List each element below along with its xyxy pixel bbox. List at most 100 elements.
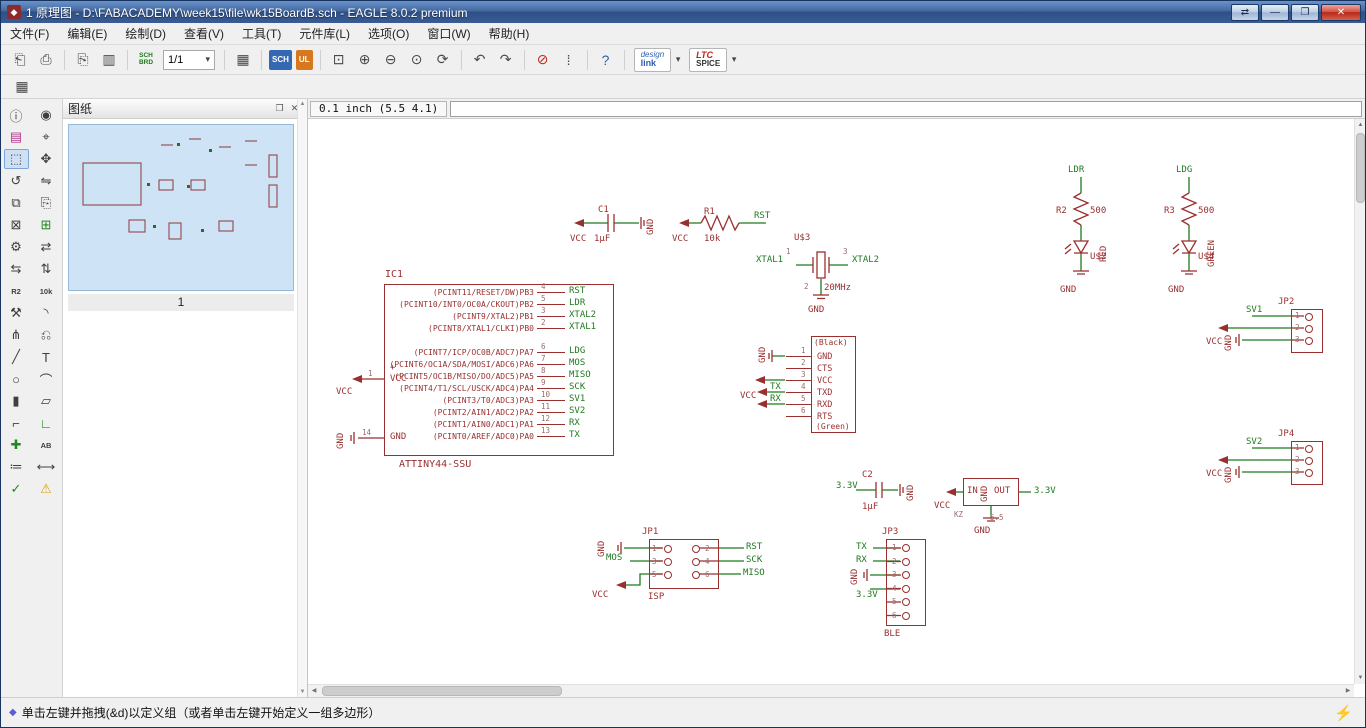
redo-button[interactable]: ↷ bbox=[494, 48, 518, 72]
invoke-icon[interactable]: ⎌ bbox=[34, 325, 59, 345]
net-label: 3.3V bbox=[836, 481, 858, 491]
bus-icon[interactable]: ⌐ bbox=[4, 413, 29, 433]
gnd-supply-label: GND bbox=[906, 484, 916, 501]
menu-item[interactable]: 编辑(E) bbox=[58, 22, 116, 45]
name-icon[interactable]: R2 bbox=[4, 281, 29, 301]
net-icon[interactable]: ∟ bbox=[34, 413, 59, 433]
scroll-down-icon[interactable]: ▼ bbox=[1355, 672, 1365, 684]
close-button[interactable]: ✕ bbox=[1321, 3, 1361, 21]
scroll-down-icon[interactable]: ▼ bbox=[300, 689, 306, 695]
delete-icon[interactable]: ⊠ bbox=[4, 215, 29, 235]
save-button[interactable]: ⎙ bbox=[34, 48, 58, 72]
menu-item[interactable]: 元件库(L) bbox=[290, 22, 359, 45]
mark-icon[interactable]: ⌖ bbox=[34, 127, 59, 147]
vertical-scrollbar[interactable]: ▲ ▼ bbox=[1354, 119, 1365, 684]
print-button[interactable]: ⎘ bbox=[71, 48, 95, 72]
net-label: MOS bbox=[606, 553, 623, 563]
net-label: TX bbox=[856, 542, 867, 552]
erc-icon[interactable]: ✓ bbox=[4, 479, 29, 499]
open-button[interactable]: ⎗ bbox=[8, 48, 32, 72]
change-icon[interactable]: ⚙ bbox=[4, 237, 29, 257]
board-schematic-switch-icon[interactable]: SCH BRD bbox=[133, 48, 159, 72]
rect-icon[interactable]: ▮ bbox=[4, 391, 29, 411]
window-switch-button[interactable]: ⇄ bbox=[1231, 3, 1259, 21]
add-icon[interactable]: ⊞ bbox=[34, 215, 59, 235]
replace-icon[interactable]: ⇆ bbox=[4, 259, 29, 279]
command-input[interactable] bbox=[450, 100, 1362, 117]
ftdi-bottom-label: (Green) bbox=[816, 422, 850, 431]
menu-item[interactable]: 窗口(W) bbox=[418, 22, 479, 45]
horizontal-scroll-thumb[interactable] bbox=[322, 686, 562, 696]
info-icon[interactable]: ⓘ bbox=[4, 105, 29, 125]
circle-icon[interactable]: ○ bbox=[4, 369, 29, 389]
schematic-canvas[interactable]: IC1 ATTINY44-SSU + VCC 1 GND 14 VCC GND … bbox=[308, 119, 1354, 684]
grid-settings-button[interactable]: ▦ bbox=[10, 75, 34, 99]
ftdi-pin-num: 2 bbox=[801, 358, 806, 367]
group-icon[interactable]: ⬚ bbox=[3, 149, 29, 169]
sch-window-icon[interactable]: SCH bbox=[269, 49, 292, 70]
errors-icon[interactable]: ⚠ bbox=[34, 479, 59, 499]
ltspice-dropdown[interactable]: ▾ bbox=[727, 48, 741, 72]
sheets-scrollbar[interactable]: ▲ ▼ bbox=[297, 99, 307, 697]
menu-item[interactable]: 选项(O) bbox=[359, 22, 418, 45]
stop-button[interactable]: ⊘ bbox=[531, 48, 555, 72]
zoom-out-button[interactable]: ⊖ bbox=[379, 48, 403, 72]
undo-button[interactable]: ↶ bbox=[468, 48, 492, 72]
pinswap-icon[interactable]: ⇄ bbox=[34, 237, 59, 257]
zoom-fit-button[interactable]: ⊡ bbox=[327, 48, 351, 72]
sheet-selector[interactable]: 1/1 ▾ bbox=[163, 49, 215, 70]
wire-icon[interactable]: ╱ bbox=[4, 347, 29, 367]
rotate-icon[interactable]: ↺ bbox=[4, 171, 29, 191]
ltspice-button[interactable]: LTC SPICE bbox=[689, 47, 728, 72]
gateswap-icon[interactable]: ⇅ bbox=[34, 259, 59, 279]
export-image-button[interactable]: ▥ bbox=[97, 48, 121, 72]
miter-icon[interactable]: ◝ bbox=[34, 303, 59, 323]
more-icon[interactable]: ⁞ bbox=[557, 48, 581, 72]
polygon-icon[interactable]: ▱ bbox=[34, 391, 59, 411]
gnd-supply-label: GND bbox=[808, 305, 825, 315]
menu-item[interactable]: 工具(T) bbox=[233, 22, 290, 45]
brd-mini-label: BRD bbox=[138, 58, 154, 66]
minimize-button[interactable]: — bbox=[1261, 3, 1289, 21]
show-icon[interactable]: ◉ bbox=[34, 105, 59, 125]
zoom-in-button[interactable]: ⊕ bbox=[353, 48, 377, 72]
junction-icon[interactable]: ✚ bbox=[4, 435, 29, 455]
label-icon[interactable]: AB bbox=[34, 435, 59, 455]
design-link-button[interactable]: design link bbox=[633, 47, 672, 72]
copy-icon[interactable]: ⧉ bbox=[4, 193, 29, 213]
sheet-item-1[interactable]: 1 bbox=[68, 294, 294, 311]
text-icon[interactable]: T bbox=[34, 347, 59, 367]
zoom-select-button[interactable]: ⊙ bbox=[405, 48, 429, 72]
display-icon[interactable]: ▤ bbox=[4, 127, 29, 147]
horizontal-scrollbar[interactable]: ◀ ▶ bbox=[308, 684, 1354, 697]
menu-item[interactable]: 帮助(H) bbox=[480, 22, 539, 45]
gnd-supply-label: GND bbox=[758, 346, 768, 363]
ftdi-pins: GND 1 CTS 2 VCC 3 TXD 4 RXD 5 RTS 6 bbox=[786, 347, 857, 423]
maximize-button[interactable]: ❐ bbox=[1291, 3, 1319, 21]
menu-item[interactable]: 查看(V) bbox=[175, 22, 233, 45]
arc-icon[interactable]: ⌒ bbox=[34, 369, 59, 389]
scroll-up-icon[interactable]: ▲ bbox=[1355, 119, 1365, 131]
panel-float-icon[interactable]: ❐ bbox=[272, 102, 287, 116]
menu-item[interactable]: 文件(F) bbox=[1, 22, 58, 45]
net-label: TX bbox=[569, 430, 580, 440]
zoom-redraw-button[interactable]: ⟳ bbox=[431, 48, 455, 72]
attribute-icon[interactable]: ≔ bbox=[4, 457, 29, 477]
split-icon[interactable]: ⋔ bbox=[4, 325, 29, 345]
grid-button[interactable]: ▦ bbox=[231, 48, 255, 72]
vertical-scroll-thumb[interactable] bbox=[1356, 133, 1365, 203]
design-link-dropdown[interactable]: ▾ bbox=[671, 48, 685, 72]
smash-icon[interactable]: ⚒ bbox=[4, 303, 29, 323]
pin-pad-icon bbox=[902, 557, 910, 566]
dimension-icon[interactable]: ⟷ bbox=[34, 457, 59, 477]
move-icon[interactable]: ✥ bbox=[34, 149, 59, 169]
mirror-icon[interactable]: ⇋ bbox=[34, 171, 59, 191]
scroll-up-icon[interactable]: ▲ bbox=[300, 101, 306, 107]
help-button[interactable]: ? bbox=[594, 48, 618, 72]
sheet-thumbnail[interactable] bbox=[68, 124, 294, 291]
jp4-pin-num: 2 bbox=[1295, 455, 1300, 464]
menu-item[interactable]: 绘制(D) bbox=[116, 22, 175, 45]
value-icon[interactable]: 10k bbox=[34, 281, 59, 301]
paste-icon[interactable]: ⎘ bbox=[34, 193, 59, 213]
ulp-icon[interactable]: UL bbox=[295, 49, 313, 70]
